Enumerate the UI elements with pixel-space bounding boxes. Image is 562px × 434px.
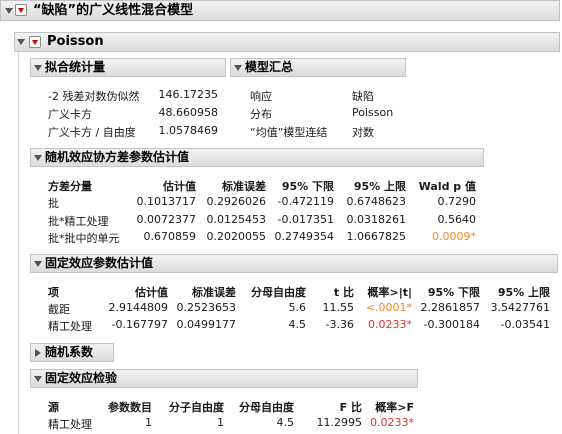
col-header: 分母自由度 [251, 286, 306, 299]
table-cell: -0.167797 [111, 318, 168, 331]
col-header: 估计值 [163, 180, 196, 193]
disclosure-open-icon[interactable] [34, 376, 42, 382]
model-summary-value: Poisson [352, 106, 394, 119]
model-summary-value: 缺陷 [352, 90, 374, 103]
random-coef-header[interactable]: 随机系数 [30, 343, 114, 362]
report-title: “缺陷”的广义线性混合模型 [33, 3, 194, 18]
significant-p-value: 0.0233* [370, 416, 414, 429]
table-cell: -0.017351 [277, 213, 334, 226]
table-cell: 0.670859 [143, 230, 197, 243]
fixed-params-header[interactable]: 固定效应参数估计值 [30, 254, 558, 273]
col-header: 概率>|t| [367, 286, 412, 299]
col-header: 分母自由度 [239, 401, 294, 414]
disclosure-open-icon[interactable] [34, 261, 42, 267]
outline-guide [18, 52, 19, 434]
table-cell: 1 [145, 416, 152, 429]
poisson-title: Poisson [47, 34, 104, 49]
fixed-tests-header[interactable]: 固定效应检验 [30, 369, 418, 388]
significant-p-value: 0.0233* [368, 318, 412, 331]
report-header[interactable]: “缺陷”的广义线性混合模型 [0, 0, 560, 21]
model-summary-label: 响应 [250, 90, 272, 103]
col-header: 标准误差 [192, 286, 236, 299]
disclosure-closed-icon[interactable] [35, 349, 41, 357]
table-cell: 11.2995 [316, 416, 363, 429]
disclosure-open-icon[interactable] [234, 65, 242, 71]
table-cell: 0.2926026 [206, 195, 267, 208]
table-cell: 批 [48, 197, 59, 210]
table-cell: 0.2749354 [274, 230, 335, 243]
fixed-tests-title: 固定效应检验 [45, 371, 118, 385]
col-header: 95% 下限 [281, 180, 334, 193]
table-cell: 0.0318261 [346, 213, 407, 226]
model-summary-value: 对数 [352, 126, 374, 139]
table-cell: 批*批中的单元 [48, 232, 120, 245]
col-header: 分子自由度 [169, 401, 224, 414]
fit-stat-value: 48.660958 [158, 106, 219, 119]
col-header: 标准误差 [222, 180, 266, 193]
table-cell: 2.2861857 [420, 301, 481, 314]
table-cell: 0.0499177 [176, 318, 237, 331]
fit-stat-label: -2 残差对数伪似然 [48, 90, 140, 103]
col-header: F 比 [339, 401, 362, 414]
table-cell: 0.5640 [437, 213, 477, 226]
random-cov-header[interactable]: 随机效应协方差参数估计值 [30, 148, 484, 167]
table-cell: 0.1013717 [136, 195, 197, 208]
table-cell: 0.7290 [437, 195, 477, 208]
col-header: 95% 上限 [497, 286, 550, 299]
table-cell: 1 [217, 416, 224, 429]
table-cell: 2.9144809 [108, 301, 169, 314]
table-cell: 批*精工处理 [48, 215, 109, 228]
table-cell: 精工处理 [48, 418, 92, 431]
table-cell: 1.0667825 [346, 230, 407, 243]
table-cell: 截距 [48, 303, 70, 316]
col-header: t 比 [333, 286, 354, 299]
red-triangle-menu-icon[interactable] [29, 36, 41, 48]
red-triangle-menu-icon[interactable] [15, 4, 27, 16]
fit-stat-label: 广义卡方 [48, 108, 92, 121]
table-cell: 11.55 [322, 301, 355, 314]
table-cell: 4.5 [288, 318, 307, 331]
table-cell: 4.5 [276, 416, 295, 429]
random-cov-title: 随机效应协方差参数估计值 [45, 150, 190, 164]
random-coef-title: 随机系数 [45, 345, 94, 359]
disclosure-open-icon[interactable] [17, 39, 25, 45]
fit-stat-value: 1.0578469 [158, 124, 219, 137]
table-cell: 0.6748623 [346, 195, 407, 208]
fit-stat-value: 146.17235 [158, 88, 219, 101]
table-cell: -0.03541 [500, 318, 550, 331]
significant-p-value: 0.0009* [432, 230, 476, 243]
disclosure-open-icon[interactable] [34, 155, 42, 161]
col-header: 估计值 [135, 286, 168, 299]
table-cell: -0.472119 [277, 195, 334, 208]
col-header: 参数数目 [108, 401, 152, 414]
table-cell: -3.36 [325, 318, 354, 331]
col-header: 项 [48, 286, 59, 299]
table-cell: 0.2523653 [176, 301, 237, 314]
table-cell: 3.5427761 [490, 301, 551, 314]
table-cell: 0.0072377 [136, 213, 197, 226]
col-header: 概率>F [375, 401, 414, 414]
table-cell: 精工处理 [48, 320, 92, 333]
col-header: 源 [48, 401, 59, 414]
table-cell: 5.6 [288, 301, 307, 314]
significant-p-value: <.0001* [365, 301, 412, 314]
fit-stat-label: 广义卡方 / 自由度 [48, 126, 136, 139]
table-cell: -0.300184 [423, 318, 480, 331]
col-header: 95% 上限 [353, 180, 406, 193]
poisson-header[interactable]: Poisson [14, 32, 560, 52]
model-summary-label: 分布 [250, 108, 272, 121]
col-header: Wald p 值 [418, 180, 476, 193]
fit-stats-header[interactable]: 拟合统计量 [30, 58, 226, 77]
fit-stats-title: 拟合统计量 [45, 60, 106, 74]
model-summary-title: 模型汇总 [245, 60, 294, 74]
disclosure-open-icon[interactable] [5, 8, 13, 14]
model-summary-header[interactable]: 模型汇总 [230, 58, 406, 77]
table-cell: 0.2020055 [206, 230, 267, 243]
table-cell: 0.0125453 [206, 213, 267, 226]
col-header: 方差分量 [48, 180, 92, 193]
disclosure-open-icon[interactable] [34, 65, 42, 71]
fixed-params-title: 固定效应参数估计值 [45, 256, 154, 270]
col-header: 95% 下限 [427, 286, 480, 299]
model-summary-label: “均值”模型连结 [250, 126, 328, 139]
